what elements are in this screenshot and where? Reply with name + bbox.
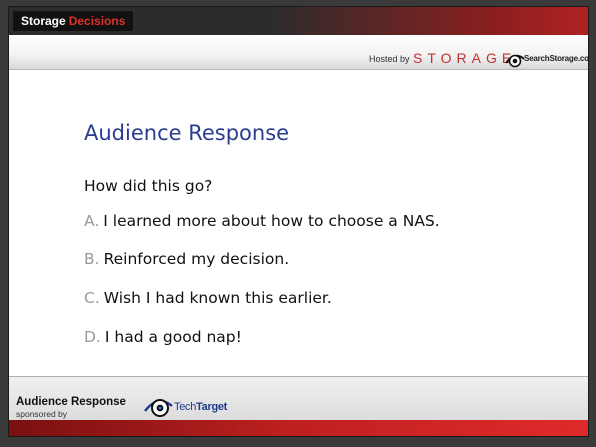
searchstorage-logo: SearchStorage.com [505, 50, 589, 68]
option-text: I had a good nap! [104, 328, 242, 346]
techtarget-text: TechTarget [174, 401, 227, 413]
banner-gradient [269, 7, 588, 35]
answer-option-b: B. Reinforced my decision. [84, 250, 289, 268]
brand-word-decisions: Decisions [68, 14, 126, 28]
storage-magazine-logo: STORAGE [413, 50, 517, 66]
option-letter: C. [84, 289, 100, 307]
slide-title: Audience Response [84, 121, 290, 145]
top-banner: Storage Decisions [9, 7, 588, 35]
answer-option-c: C. Wish I had known this earlier. [84, 289, 332, 307]
presentation-slide: Storage Decisions Hosted by STORAGE Sear… [0, 0, 596, 447]
question-text: How did this go? [84, 177, 213, 195]
brand-word-storage: Storage [21, 14, 66, 28]
option-letter: D. [84, 328, 101, 346]
option-text: Reinforced my decision. [103, 250, 290, 268]
option-text: Wish I had known this earlier. [103, 289, 332, 307]
techtarget-logo: TechTarget [144, 392, 264, 418]
slide-frame: Storage Decisions Hosted by STORAGE Sear… [8, 6, 589, 437]
sponsor-footer: Audience Response sponsored by TechTarge… [9, 376, 588, 421]
searchstorage-text: SearchStorage.com [524, 54, 589, 63]
option-letter: A. [84, 212, 100, 230]
hosted-by-label: Hosted by [369, 54, 410, 64]
option-letter: B. [84, 250, 100, 268]
footer-title: Audience Response [16, 396, 126, 408]
techtarget-word-target: Target [196, 401, 228, 413]
storage-decisions-logo: Storage Decisions [13, 11, 134, 31]
answer-option-d: D. I had a good nap! [84, 328, 242, 346]
footer-subtitle: sponsored by [16, 409, 68, 419]
answer-option-a: A. I learned more about how to choose a N… [84, 212, 440, 230]
option-text: I learned more about how to choose a NAS… [103, 212, 440, 230]
hosted-by-bar: Hosted by STORAGE SearchStorage.com [9, 35, 588, 70]
bottom-red-bar [9, 420, 588, 436]
techtarget-word-tech: Tech [174, 401, 197, 413]
